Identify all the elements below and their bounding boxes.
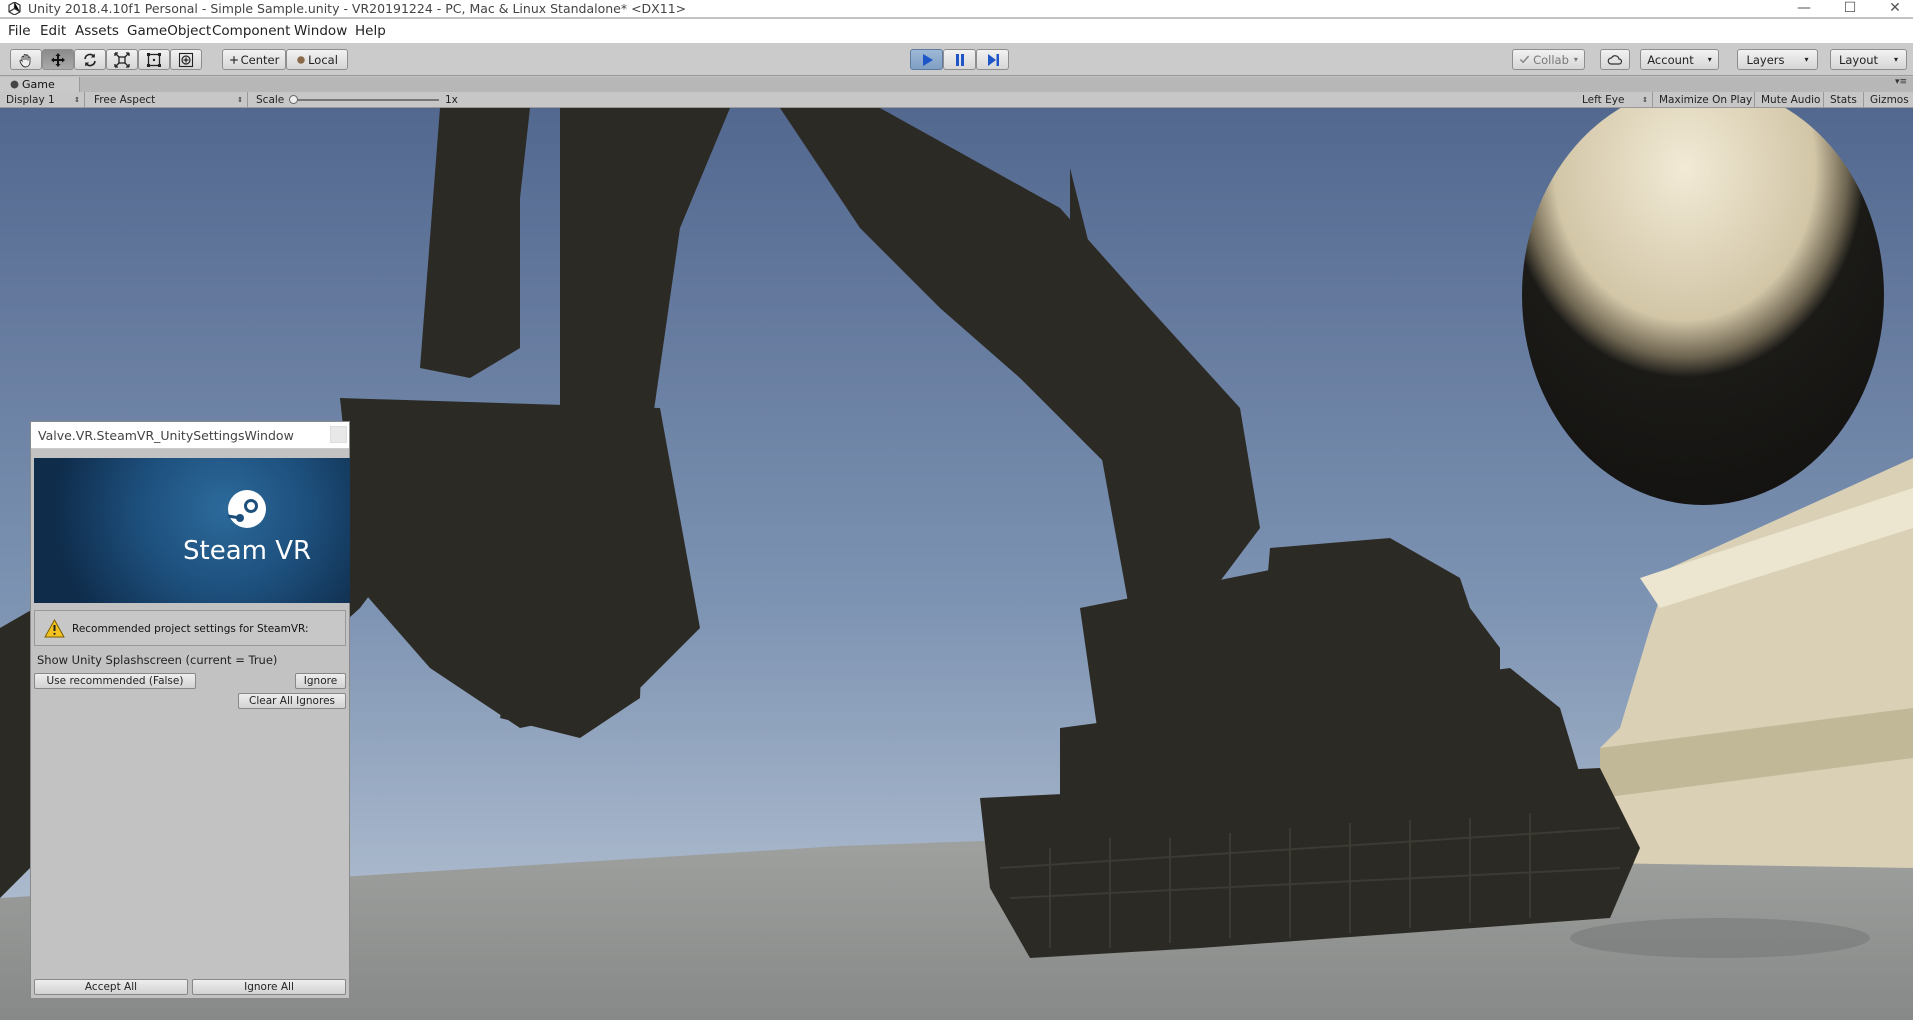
step-icon [987, 53, 999, 66]
splashscreen-setting-label: Show Unity Splashscreen (current = True) [37, 653, 278, 667]
collab-button[interactable]: Collab ▾ [1512, 49, 1585, 70]
menu-window[interactable]: Window [294, 23, 347, 39]
steamvr-settings-window: Valve.VR.SteamVR_UnitySettingsWindow Ste… [30, 421, 350, 999]
rect-tool-icon [147, 52, 161, 67]
space-label: Local [308, 52, 338, 67]
gizmos-toggle[interactable]: Gizmos [1864, 92, 1913, 108]
stats-toggle[interactable]: Stats [1824, 92, 1864, 108]
steamvr-banner-text: Steam VR [183, 536, 312, 566]
warning-text: Recommended project settings for SteamVR… [72, 623, 309, 635]
eye-dropdown[interactable]: Left Eye ⇕ [1576, 92, 1653, 108]
hand-tool-button[interactable] [10, 49, 42, 70]
layers-label: Layers [1746, 52, 1785, 67]
close-icon[interactable]: ✕ [1877, 0, 1913, 17]
rect-tool-button[interactable] [138, 49, 170, 70]
menu-assets[interactable]: Assets [75, 23, 119, 39]
steam-logo-icon [227, 490, 266, 528]
close-window-button[interactable] [330, 426, 347, 443]
tab-options-icon[interactable]: ▾≡ [1895, 77, 1907, 87]
pause-button[interactable] [943, 49, 976, 70]
pause-icon [955, 53, 964, 66]
scale-tool-button[interactable] [106, 49, 138, 70]
tab-game[interactable]: Game [0, 77, 80, 92]
rotate-tool-button[interactable] [74, 49, 106, 70]
title-bar: Unity 2018.4.10f1 Personal - Simple Samp… [0, 0, 1913, 17]
game-view-toolbar: Display 1 ⇕ Free Aspect ⇕ Scale 1x Left Ey… [0, 92, 1913, 108]
eye-label: Left Eye [1582, 94, 1625, 106]
display-dropdown[interactable]: Display 1 ⇕ [0, 92, 85, 108]
scale-slider-handle[interactable] [289, 95, 298, 104]
warning-icon [44, 619, 65, 638]
scale-label: Scale [256, 94, 285, 106]
recommendation-warning: Recommended project settings for SteamVR… [34, 610, 346, 646]
play-button[interactable] [910, 49, 943, 70]
collab-label: Collab [1533, 52, 1569, 67]
gizmos-label: Gizmos [1870, 94, 1909, 106]
maximize-icon[interactable]: ☐ [1832, 0, 1868, 17]
pivot-center-button[interactable]: Center [222, 49, 286, 70]
scale-slider-track[interactable] [289, 99, 439, 101]
local-icon [297, 55, 305, 64]
minimize-icon[interactable]: — [1786, 0, 1822, 17]
ignore-all-button[interactable]: Ignore All [192, 979, 346, 995]
dropdown-arrow-icon: ⇕ [1642, 96, 1648, 104]
steamvr-banner: Steam VR [34, 458, 350, 603]
cloud-icon [1607, 54, 1623, 65]
pivot-icon [229, 55, 238, 64]
menu-file[interactable]: File [8, 23, 31, 39]
transform-tool-button[interactable] [170, 49, 202, 70]
menu-edit[interactable]: Edit [40, 23, 66, 39]
dropdown-arrow-icon: ▾ [1573, 55, 1578, 64]
scale-slider-group: Scale 1x [250, 92, 470, 108]
account-dropdown[interactable]: Account ▾ [1640, 49, 1719, 70]
game-controller-icon [10, 80, 19, 89]
aspect-label: Free Aspect [94, 94, 156, 106]
use-recommended-button[interactable]: Use recommended (False) [34, 673, 196, 689]
menu-gameobject[interactable]: GameObject [127, 23, 211, 39]
move-tool-button[interactable] [42, 49, 74, 70]
settings-window-titlebar[interactable]: Valve.VR.SteamVR_UnitySettingsWindow [31, 422, 349, 449]
move-icon [51, 52, 65, 67]
space-local-button[interactable]: Local [286, 49, 348, 70]
layers-dropdown[interactable]: Layers ▾ [1737, 49, 1818, 70]
check-icon [1519, 55, 1530, 64]
window-title: Unity 2018.4.10f1 Personal - Simple Samp… [28, 1, 687, 16]
maximize-on-play-label: Maximize On Play [1659, 94, 1753, 106]
clear-all-ignores-button[interactable]: Clear All Ignores [238, 693, 346, 709]
tab-game-label: Game [22, 78, 55, 91]
step-button[interactable] [976, 49, 1009, 70]
menu-help[interactable]: Help [355, 23, 386, 39]
play-icon [922, 53, 933, 66]
scale-icon [114, 51, 130, 68]
display-label: Display 1 [6, 94, 55, 106]
layout-label: Layout [1838, 52, 1879, 67]
accept-all-button[interactable]: Accept All [34, 979, 188, 995]
transform-icon [178, 52, 194, 67]
layout-dropdown[interactable]: Layout ▾ [1830, 49, 1907, 70]
stats-label: Stats [1830, 94, 1857, 106]
scale-value: 1x [445, 94, 458, 106]
main-toolbar: Center Local Collab ▾ Account ▾ Layers ▾… [0, 43, 1913, 76]
aspect-dropdown[interactable]: Free Aspect ⇕ [88, 92, 248, 108]
dropdown-arrow-icon: ⇕ [74, 96, 80, 104]
account-label: Account [1647, 52, 1694, 67]
cloud-button[interactable] [1600, 49, 1630, 70]
game-viewport[interactable]: Valve.VR.SteamVR_UnitySettingsWindow Ste… [0, 108, 1913, 1020]
game-tab-bar: Game ▾≡ [0, 77, 1913, 92]
mute-audio-label: Mute Audio [1761, 94, 1821, 106]
rotate-icon [84, 53, 96, 66]
maximize-on-play-toggle[interactable]: Maximize On Play [1653, 92, 1755, 108]
dropdown-arrow-icon: ⇕ [237, 96, 243, 104]
ignore-button[interactable]: Ignore [295, 673, 346, 689]
menu-bar: File Edit Assets GameObject Component Wi… [0, 19, 1913, 43]
dropdown-arrow-icon: ▾ [1894, 55, 1899, 64]
dropdown-arrow-icon: ▾ [1707, 55, 1712, 64]
menu-component[interactable]: Component [212, 23, 290, 39]
pivot-label: Center [240, 52, 280, 67]
mute-audio-toggle[interactable]: Mute Audio [1755, 92, 1824, 108]
settings-window-title: Valve.VR.SteamVR_UnitySettingsWindow [38, 428, 294, 443]
unity-logo-icon [8, 2, 21, 15]
hand-icon [19, 53, 31, 67]
dropdown-arrow-icon: ▾ [1804, 55, 1809, 64]
